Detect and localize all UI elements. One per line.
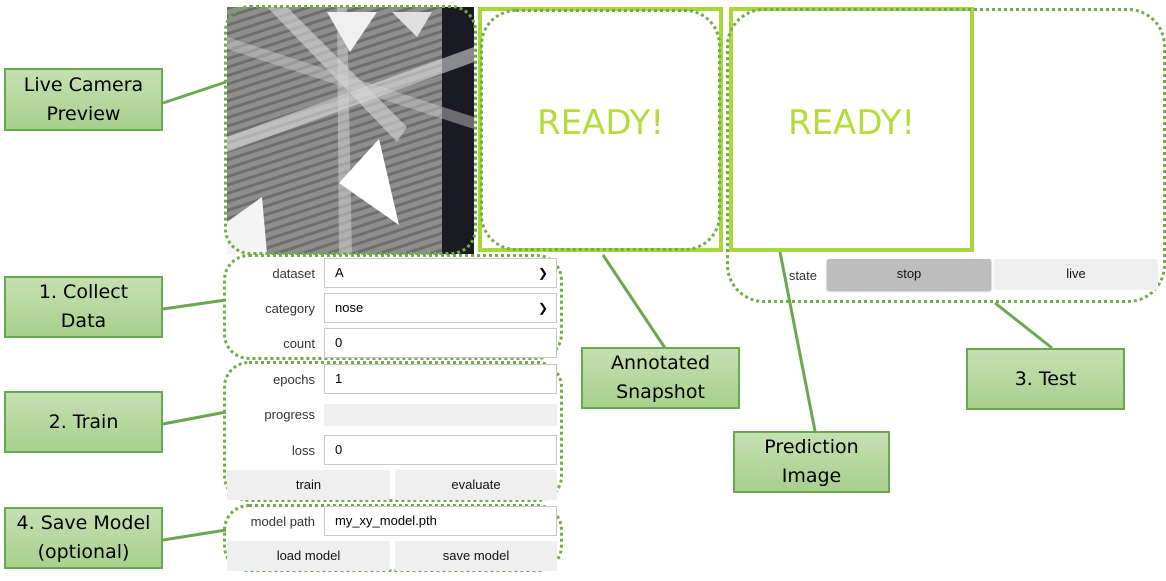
category-select[interactable]: nose ❯ [324,293,557,323]
loss-label: loss [291,443,315,458]
live-camera-group [224,5,477,255]
annotated-snapshot-group [480,9,721,251]
callout-test: 3. Test [966,348,1125,410]
model-path-label: model path [250,514,315,529]
dataset-value: A [335,265,344,280]
live-button[interactable]: live [994,259,1158,290]
chevron-down-icon: ❯ [537,301,548,315]
category-value: nose [335,300,364,315]
evaluate-button[interactable]: evaluate [395,470,557,500]
state-label: state [788,268,817,283]
stop-button[interactable]: stop [827,259,991,290]
epochs-field[interactable]: 1 [324,364,557,394]
callout-train: 2. Train [4,391,163,453]
callout-collect-data: 1. Collect Data [4,276,163,338]
count-label: count [283,336,315,351]
callout-annotated-snapshot: Annotated Snapshot [581,347,740,409]
progress-label: progress [264,407,315,422]
loss-field[interactable]: 0 [324,435,557,465]
count-field[interactable]: 0 [324,328,557,358]
model-path-field[interactable]: my_xy_model.pth [324,506,557,536]
dataset-select[interactable]: A ❯ [324,258,557,288]
load-model-button[interactable]: load model [227,541,390,571]
dataset-label: dataset [272,266,315,281]
epochs-label: epochs [273,372,315,387]
callout-prediction-image: Prediction Image [733,431,890,493]
save-model-button[interactable]: save model [395,541,557,571]
train-button[interactable]: train [227,470,390,500]
category-label: category [265,301,315,316]
callout-save-model: 4. Save Model (optional) [4,507,163,569]
callout-live-camera: Live Camera Preview [4,68,163,131]
progress-bar [324,404,557,426]
chevron-down-icon: ❯ [537,266,548,280]
